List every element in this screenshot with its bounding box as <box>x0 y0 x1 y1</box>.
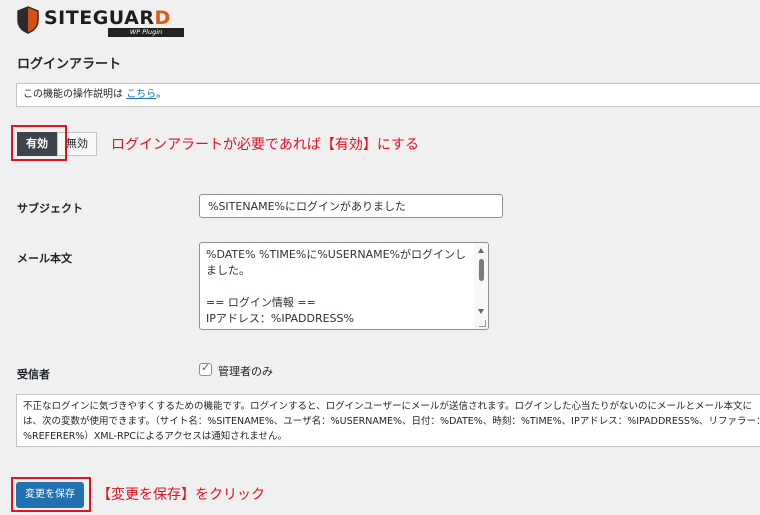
checkmark-icon: ✓ <box>201 361 211 374</box>
subject-label: サブジェクト <box>17 202 83 215</box>
help-link[interactable]: こちら <box>126 89 156 100</box>
admin-only-checkbox[interactable]: ✓ <box>199 361 212 376</box>
resize-handle-icon[interactable] <box>479 320 486 327</box>
toggle-annotation: ログインアラートが必要であれば【有効】にする <box>111 137 419 153</box>
scroll-down-icon[interactable] <box>478 309 484 314</box>
info-text: この機能の操作説明は <box>23 89 127 100</box>
info-notice: この機能の操作説明は こちら。 <box>16 83 760 107</box>
logo-subtitle: WP Plugin <box>108 28 184 37</box>
body-textarea[interactable]: %DATE% %TIME%に%USERNAME%がログインしました。 == ログ… <box>199 242 489 330</box>
save-highlight-box <box>11 477 91 512</box>
recipient-label: 受信者 <box>17 368 50 381</box>
logo-wordmark: SITEGUARD <box>44 7 171 29</box>
scroll-up-icon[interactable] <box>478 248 484 253</box>
admin-only-label[interactable]: 管理者のみ <box>218 363 273 379</box>
body-text: %DATE% %TIME%に%USERNAME%がログインしました。 == ログ… <box>206 248 467 325</box>
save-annotation: 【変更を保存】をクリック <box>97 487 265 503</box>
subject-input[interactable] <box>199 194 503 218</box>
info-suffix: 。 <box>156 89 167 100</box>
body-label: メール本文 <box>17 252 72 265</box>
scroll-thumb[interactable] <box>479 259 484 281</box>
page-title: ログインアラート <box>17 57 122 72</box>
shield-logo-icon <box>17 6 39 34</box>
body-scrollbar[interactable] <box>474 243 488 329</box>
feature-description: 不正なログインに気づきやすくするための機能です。ログインすると、ログインユーザー… <box>16 394 760 447</box>
toggle-highlight-box <box>11 125 67 161</box>
